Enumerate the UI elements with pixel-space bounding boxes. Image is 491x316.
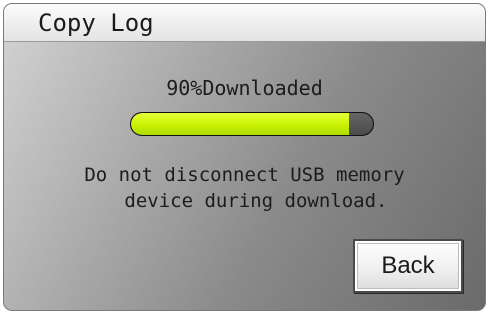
copy-log-dialog: Copy Log 90%Downloaded Do not disconnect… xyxy=(3,3,486,311)
progress-label: 90%Downloaded xyxy=(166,76,323,100)
usb-warning-message: Do not disconnect USB memory device duri… xyxy=(4,162,485,214)
progress-remaining xyxy=(348,113,373,135)
dialog-body: 90%Downloaded Do not disconnect USB memo… xyxy=(4,42,485,310)
message-line-2: device during download. xyxy=(101,190,388,212)
dialog-title: Copy Log xyxy=(38,9,154,37)
dialog-titlebar: Copy Log xyxy=(4,4,485,42)
message-line-1: Do not disconnect USB memory xyxy=(84,164,405,186)
back-button[interactable]: Back xyxy=(353,239,463,293)
download-progress-bar xyxy=(130,112,374,136)
progress-fill xyxy=(131,113,349,135)
